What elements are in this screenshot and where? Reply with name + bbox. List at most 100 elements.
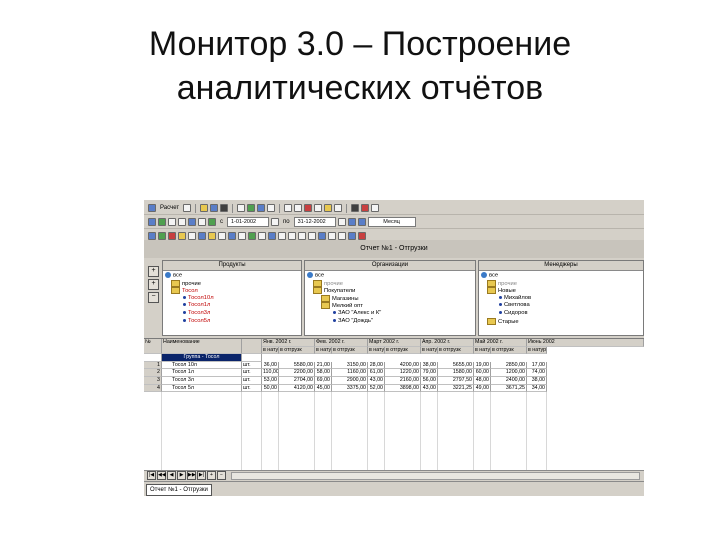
column-header-unit[interactable] [242,339,262,355]
tree-node[interactable]: Тосол10л [165,295,299,303]
column-header-month[interactable]: Март 2002 г. [368,339,421,347]
tree-collapse-icon[interactable] [168,232,176,240]
undo-icon[interactable] [348,232,356,240]
table-cell-value[interactable]: 5655,00 [438,361,474,370]
grid-icon[interactable] [198,232,206,240]
nav-button[interactable]: − [217,471,226,480]
table-cell-value[interactable]: 74,00 [527,369,547,377]
table-cell-value[interactable]: 60,00 [474,369,491,377]
table-cell-unit[interactable]: шт. [242,369,262,377]
calc-button[interactable]: Расчет [160,205,179,211]
range-icon[interactable] [357,218,366,226]
pause-icon[interactable] [347,218,356,226]
column-header-name[interactable]: Наименование [162,339,242,355]
column-subheader[interactable]: в отгрузк [385,346,421,355]
table-cell-value[interactable]: 49,00 [474,384,491,393]
calendar-icon[interactable] [337,218,346,226]
table-cell-value[interactable]: 28,00 [368,361,385,370]
copy-format-icon[interactable] [238,232,246,240]
table-cell-value[interactable]: 56,00 [421,377,438,385]
table-cell-unit[interactable]: шт. [242,361,262,370]
table-cell-value[interactable]: 50,00 [262,384,279,393]
table-cell-value[interactable]: 1580,00 [438,369,474,377]
table-row-name[interactable]: Тосол 3л [162,377,242,385]
column-subheader[interactable]: в отгрузк [491,346,527,355]
column-subheader[interactable]: в натур [368,346,385,355]
report-grid[interactable]: № Наименование Янв. 2002 г. Фев. 2002 г. Мар… [144,338,644,471]
column-subheader[interactable]: в отгрузк [332,346,368,355]
table-cell-value[interactable]: 2704,00 [279,377,315,385]
disk-icon[interactable] [220,204,229,212]
table-cell-unit[interactable]: шт. [242,384,262,393]
panel-icon[interactable] [308,232,316,240]
managers-panel[interactable]: Менеджеры все прочие Новые Михайлов Свет… [478,260,644,336]
table-cell-value[interactable]: 1220,00 [385,369,421,377]
tree-node[interactable]: Новые [481,287,641,295]
table-cell-value[interactable]: 2160,00 [385,377,421,385]
bar-chart-icon[interactable] [338,232,346,240]
column-subheader[interactable]: в натур [421,346,438,355]
save-icon[interactable] [210,204,219,212]
table-cell-value[interactable]: 1160,00 [332,369,368,377]
date-from-field[interactable]: 1-01-2002 [227,217,269,227]
column-header-month[interactable]: Фев. 2002 г. [315,339,368,347]
nav-button[interactable]: ◀◀ [157,471,166,480]
table-cell-unit[interactable]: шт. [242,377,262,385]
nav-button[interactable]: ◀ [167,471,176,480]
table-cell-value[interactable]: 21,00 [315,361,332,370]
eraser-icon[interactable] [183,204,192,212]
column-subheader[interactable]: в натур [527,346,547,355]
table-cell-value[interactable]: 69,00 [315,377,332,385]
nav-button[interactable]: |◀ [147,471,156,480]
columns-icon[interactable] [218,232,226,240]
column-header-month[interactable]: Июнь 2002 [527,339,644,347]
table-icon[interactable] [188,218,196,226]
sum-icon[interactable] [248,232,256,240]
tree-node[interactable]: Старые [481,317,641,326]
table-cell-value[interactable]: 5580,00 [279,361,315,370]
folder-icon[interactable] [178,232,186,240]
nav-button[interactable]: ▶▶ [187,471,196,480]
expand-all-button[interactable]: + [148,279,159,290]
word-icon[interactable] [257,204,266,212]
tree-node[interactable]: прочие [307,279,473,288]
table-cell-value[interactable]: 48,00 [474,377,491,385]
table-cell-value[interactable]: 2400,00 [491,377,527,385]
tree-node[interactable]: Тосол3л [165,310,299,318]
table-cell-value[interactable]: 38,00 [421,361,438,370]
print-icon[interactable] [237,204,246,212]
table-cell-value[interactable]: 3671,25 [491,384,527,393]
table-cell-value[interactable]: 38,00 [527,377,547,385]
tree-node[interactable]: Магазины [307,294,473,303]
tree-node[interactable]: Михайлов [481,295,641,303]
column-subheader[interactable]: в натур [474,346,491,355]
window-icon[interactable] [318,232,326,240]
column-subheader[interactable]: в натур [262,346,279,355]
globe-icon[interactable] [208,218,216,226]
table-cell-value[interactable]: 2900,00 [332,377,368,385]
nav-button[interactable]: + [207,471,216,480]
tree-node[interactable]: Тосол5л [165,318,299,326]
table-cell-value[interactable]: 79,00 [421,369,438,377]
filter-icon[interactable] [334,204,343,212]
table-cell-value[interactable]: 3221,25 [438,384,474,393]
excel-icon[interactable] [247,204,256,212]
rows-icon[interactable] [228,232,236,240]
table-row-name[interactable]: Тосол 1л [162,369,242,377]
table-cell-value[interactable]: 53,00 [262,377,279,385]
tree-node[interactable]: все [481,272,641,280]
open-folder-icon[interactable] [200,204,209,212]
tools-icon[interactable] [351,204,360,212]
table-cell-value[interactable]: 34,00 [527,384,547,393]
sort-desc-icon[interactable] [314,204,323,212]
sort-icon[interactable] [304,204,313,212]
table-cell-value[interactable]: 19,00 [474,361,491,370]
layout-icon[interactable] [258,232,266,240]
tree-node[interactable]: прочие [481,279,641,288]
tree-node[interactable]: Тосол [165,287,299,295]
axis-icon[interactable] [198,218,206,226]
copy-icon[interactable] [294,204,303,212]
panel-icon[interactable] [288,232,296,240]
tree-node[interactable]: Тосол1л [165,302,299,310]
table-cell-value[interactable]: 61,00 [368,369,385,377]
